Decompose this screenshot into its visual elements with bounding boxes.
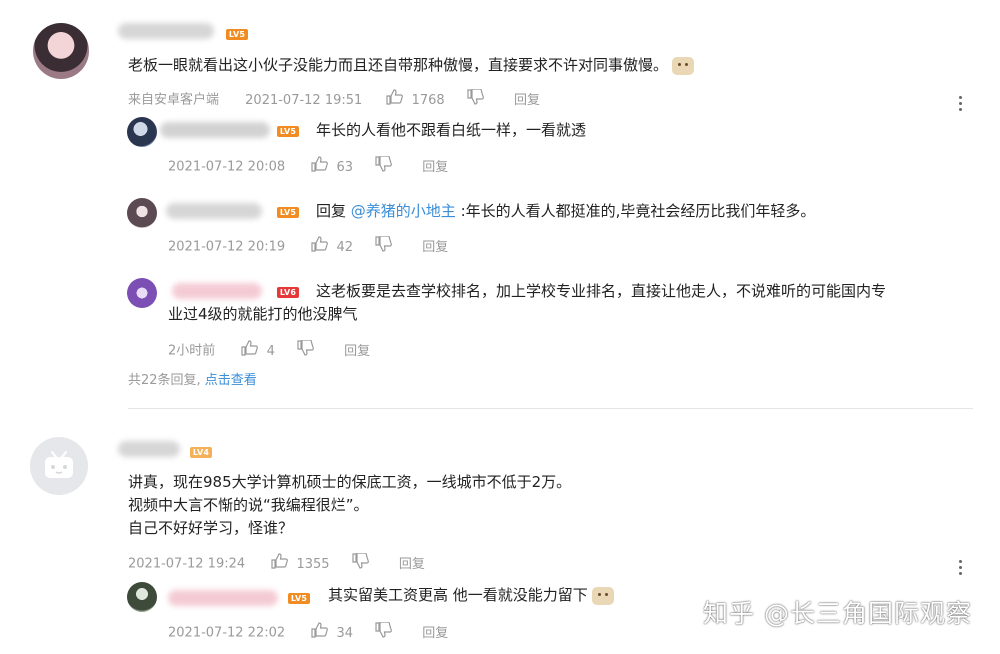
like-count: 63: [336, 159, 353, 175]
level-badge: LV5: [288, 593, 310, 604]
reply-button[interactable]: 回复: [399, 557, 425, 572]
comment-meta: 2021-07-12 19:24 1355 回复: [128, 552, 425, 575]
thumbs-down-icon[interactable]: [467, 88, 484, 111]
more-options-icon[interactable]: [959, 560, 963, 578]
reply-meta: 2021-07-12 20:08 63 回复: [168, 155, 448, 178]
comment-text-line-1: 讲真，现在985大学计算机硕士的保底工资，一线城市不低于2万。: [128, 473, 572, 491]
reply-text: 回复 @养猪的小地主 :年长的人看人都挺准的,毕竟社会经历比我们年轻多。: [316, 202, 816, 220]
reply-button[interactable]: 回复: [422, 626, 448, 641]
level-badge: LV4: [190, 447, 212, 458]
username-blurred[interactable]: [166, 203, 262, 219]
view-all-replies-link[interactable]: 点击查看: [205, 373, 257, 388]
thumbs-down-icon[interactable]: [375, 621, 393, 644]
thumbs-up-icon[interactable]: [311, 622, 329, 644]
thumbs-down-icon[interactable]: [352, 552, 369, 575]
reply-button[interactable]: 回复: [514, 93, 540, 108]
username-blurred[interactable]: [118, 441, 180, 457]
thumbs-up-icon[interactable]: [241, 340, 259, 362]
reply-meta: 2021-07-12 22:02 34 回复: [168, 621, 448, 644]
avatar[interactable]: [33, 23, 89, 79]
reply-text: 其实留美工资更高 他一看就没能力留下: [328, 584, 614, 606]
tv-placeholder-icon: [45, 451, 73, 478]
username-blurred[interactable]: [172, 283, 262, 299]
reply-button[interactable]: 回复: [422, 160, 448, 175]
like-count: 1355: [296, 556, 330, 572]
reply-text: 年长的人看他不跟看白纸一样，一看就透: [316, 121, 587, 139]
timestamp: 2021-07-12 20:19: [168, 239, 286, 255]
emoji-icon: [672, 56, 695, 75]
like-count: 1768: [411, 92, 445, 108]
reply-meta: 2小时前 4 回复: [168, 339, 370, 362]
timestamp: 2021-07-12 19:24: [128, 556, 246, 572]
username-blurred[interactable]: [160, 122, 270, 138]
level-badge: LV5: [277, 126, 299, 137]
thumbs-up-icon[interactable]: [271, 553, 289, 575]
reply-text-continued: 业过4级的就能打的他没脾气: [168, 305, 358, 323]
username-blurred[interactable]: [168, 590, 278, 606]
more-options-icon[interactable]: [959, 96, 963, 114]
timestamp: 2小时前: [168, 343, 216, 359]
comment-divider: [128, 408, 973, 409]
replies-footer: 共22条回复, 点击查看: [128, 372, 257, 390]
comment-text: 老板一眼就看出这小伙子没能力而且还自带那种傲慢，直接要求不许对同事傲慢。: [128, 54, 695, 76]
watermark: 知乎 @长三角国际观察: [703, 599, 972, 628]
thumbs-up-icon[interactable]: [311, 236, 329, 258]
thumbs-up-icon[interactable]: [386, 89, 404, 111]
avatar[interactable]: [30, 437, 88, 495]
user-mention-link[interactable]: @养猪的小地主: [351, 202, 456, 220]
source-label: 来自安卓客户端: [128, 92, 220, 108]
thumbs-down-icon[interactable]: [297, 339, 314, 362]
reply-meta: 2021-07-12 20:19 42 回复: [168, 235, 448, 258]
reply-prefix: 回复: [316, 202, 347, 220]
avatar[interactable]: [127, 582, 157, 612]
thumbs-up-icon[interactable]: [311, 156, 329, 178]
avatar[interactable]: [127, 198, 157, 228]
like-count: 4: [266, 343, 275, 359]
thumbs-down-icon[interactable]: [375, 155, 393, 178]
comment-text-line-3: 自己不好好学习，怪谁？: [128, 519, 294, 537]
timestamp: 2021-07-12 22:02: [168, 625, 286, 641]
emoji-icon: [591, 586, 614, 605]
level-badge: LV6: [277, 287, 299, 298]
like-count: 34: [336, 625, 353, 641]
reply-button[interactable]: 回复: [344, 344, 370, 359]
comment-text-line-2: 视频中大言不惭的说“我编程很烂”。: [128, 496, 369, 514]
level-badge: LV5: [277, 207, 299, 218]
avatar[interactable]: [127, 278, 157, 308]
username-blurred[interactable]: [118, 23, 214, 39]
timestamp: 2021-07-12 19:51: [245, 92, 363, 108]
thumbs-down-icon[interactable]: [375, 235, 393, 258]
avatar[interactable]: [127, 117, 157, 147]
comment-meta: 来自安卓客户端 2021-07-12 19:51 1768 回复: [128, 88, 540, 111]
reply-text: 这老板要是去查学校排名，加上学校专业排名，直接让他走人，不说难听的可能国内专: [316, 282, 887, 300]
timestamp: 2021-07-12 20:08: [168, 159, 286, 175]
reply-button[interactable]: 回复: [422, 240, 448, 255]
level-badge: LV5: [226, 29, 248, 40]
like-count: 42: [336, 239, 353, 255]
total-replies: 共22条回复,: [128, 373, 201, 388]
